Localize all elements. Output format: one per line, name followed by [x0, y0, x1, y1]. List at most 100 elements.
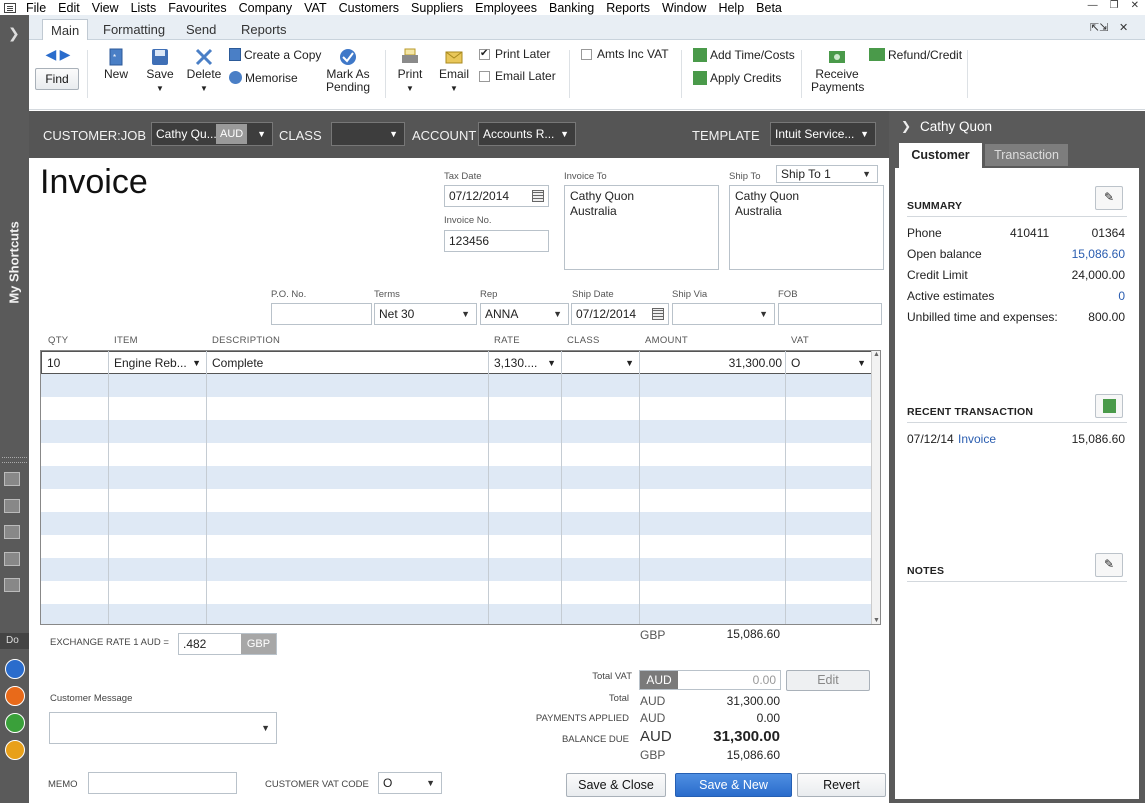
apply-credits-button[interactable]: Apply Credits	[693, 71, 781, 85]
shortcut-icon-1[interactable]	[4, 472, 20, 486]
mobile-icon[interactable]	[5, 659, 25, 679]
table-row[interactable]	[41, 535, 873, 558]
table-row[interactable]: 10 Engine Reb... ▼ Complete 3,130.... ▼ ▼ …	[41, 351, 873, 374]
new-button[interactable]: * New	[101, 48, 131, 81]
table-row[interactable]	[41, 604, 873, 624]
menu-reports[interactable]: Reports	[602, 1, 658, 15]
tab-customer[interactable]: Customer	[899, 143, 982, 168]
find-button[interactable]: Find	[35, 68, 79, 90]
col-vat[interactable]: VAT	[791, 335, 809, 346]
revert-button[interactable]: Revert	[797, 773, 886, 797]
save-close-button[interactable]: Save & Close	[566, 773, 666, 797]
class-dropdown[interactable]: ▼	[331, 122, 405, 146]
minimize-icon[interactable]: —	[1088, 0, 1098, 11]
terms-dropdown[interactable]: Net 30 ▼	[374, 303, 477, 325]
fob-field[interactable]	[778, 303, 882, 325]
print-service-icon[interactable]	[5, 686, 25, 706]
tab-send[interactable]: Send	[178, 19, 224, 40]
print-later-checkbox[interactable]: Print Later	[479, 47, 550, 61]
edit-notes-button[interactable]: ✎	[1095, 553, 1123, 577]
previous-arrow-icon[interactable]: ◀	[46, 46, 57, 62]
email-button[interactable]: Email ▼	[437, 48, 471, 95]
invoice-no-field[interactable]: 123456	[444, 230, 549, 252]
class-cell[interactable]: ▼	[563, 352, 640, 374]
po-no-field[interactable]	[271, 303, 372, 325]
receive-payments-button[interactable]: Receive Payments	[811, 48, 864, 94]
menu-help[interactable]: Help	[714, 1, 752, 15]
collapse-pane-icon[interactable]: ❯	[901, 119, 911, 133]
mark-as-pending-button[interactable]: Mark As Pending	[323, 48, 373, 94]
exchange-rate-field[interactable]: .482 GBP	[178, 633, 277, 655]
shortcuts-title[interactable]: My Shortcuts	[7, 215, 22, 311]
table-row[interactable]	[41, 374, 873, 397]
ship-to-dropdown[interactable]: Ship To 1 ▼	[776, 165, 878, 183]
save-new-button[interactable]: Save & New	[675, 773, 792, 797]
col-description[interactable]: DESCRIPTION	[212, 335, 280, 346]
refund-credit-button[interactable]: Refund/Credit	[869, 48, 962, 62]
table-row[interactable]	[41, 420, 873, 443]
edit-vat-button[interactable]: Edit	[786, 670, 870, 691]
item-cell[interactable]: Engine Reb... ▼	[110, 352, 207, 374]
email-later-checkbox[interactable]: Email Later	[479, 70, 556, 83]
menu-customers[interactable]: Customers	[335, 1, 407, 15]
shortcut-icon-4[interactable]	[4, 552, 20, 566]
tab-main[interactable]: Main	[42, 19, 89, 40]
shortcut-icon-5[interactable]	[4, 578, 20, 592]
customer-message-dropdown[interactable]: ▼	[49, 712, 277, 744]
print-dropdown-icon[interactable]: ▼	[406, 84, 414, 93]
rate-cell[interactable]: 3,130.... ▼	[490, 352, 562, 374]
ship-date-field[interactable]: 07/12/2014	[571, 303, 669, 325]
menu-company[interactable]: Company	[235, 1, 301, 15]
grid-scrollbar[interactable]: ▲ ▼	[871, 351, 880, 624]
report-button[interactable]	[1095, 394, 1123, 418]
recent-invoice-link[interactable]: Invoice	[958, 432, 996, 446]
amts-inc-vat-checkbox[interactable]: Amts Inc VAT	[581, 48, 669, 61]
shortcut-icon-3[interactable]	[4, 525, 20, 539]
scroll-down-icon[interactable]: ▼	[873, 617, 880, 624]
table-row[interactable]	[41, 397, 873, 420]
email-dropdown-icon[interactable]: ▼	[450, 84, 458, 93]
menu-employees[interactable]: Employees	[471, 1, 545, 15]
rep-dropdown[interactable]: ANNA ▼	[480, 303, 569, 325]
tab-reports[interactable]: Reports	[233, 19, 295, 40]
menu-vat[interactable]: VAT	[300, 1, 334, 15]
save-button[interactable]: Save ▼	[143, 48, 177, 95]
customer-vat-code-dropdown[interactable]: O ▼	[378, 772, 442, 794]
amount-cell[interactable]: 31,300.00	[641, 352, 786, 374]
vat-cell[interactable]: O ▼	[787, 352, 872, 374]
save-dropdown-icon[interactable]: ▼	[156, 84, 164, 93]
qty-cell[interactable]: 10	[43, 352, 109, 374]
delete-button[interactable]: Delete ▼	[185, 48, 223, 95]
customer-job-dropdown[interactable]: Cathy Qu... AUD ▼	[151, 122, 273, 146]
calendar-icon[interactable]	[652, 308, 664, 320]
table-row[interactable]	[41, 512, 873, 535]
memo-field[interactable]	[88, 772, 237, 794]
table-row[interactable]	[41, 558, 873, 581]
col-rate[interactable]: RATE	[494, 335, 520, 346]
account-dropdown[interactable]: Accounts R... ▼	[478, 122, 576, 146]
tab-formatting[interactable]: Formatting	[95, 19, 173, 40]
template-dropdown[interactable]: Intuit Service... ▼	[770, 122, 876, 146]
memorise-button[interactable]: Memorise	[229, 71, 298, 85]
menu-view[interactable]: View	[88, 1, 127, 15]
create-copy-button[interactable]: Create a Copy	[229, 48, 321, 62]
table-row[interactable]	[41, 443, 873, 466]
close-icon[interactable]: ✕	[1131, 0, 1139, 11]
edit-summary-button[interactable]: ✎	[1095, 186, 1123, 210]
restore-icon[interactable]: ❐	[1110, 0, 1119, 11]
menu-beta[interactable]: Beta	[752, 1, 790, 15]
col-qty[interactable]: QTY	[48, 335, 68, 346]
menu-banking[interactable]: Banking	[545, 1, 602, 15]
col-amount[interactable]: AMOUNT	[645, 335, 688, 346]
add-service-icon[interactable]	[5, 713, 25, 733]
menu-suppliers[interactable]: Suppliers	[407, 1, 471, 15]
menu-favourites[interactable]: Favourites	[164, 1, 234, 15]
menu-lists[interactable]: Lists	[127, 1, 165, 15]
tax-date-field[interactable]: 07/12/2014	[444, 185, 549, 207]
expand-icon[interactable]: ⇱⇲	[1090, 21, 1108, 34]
menu-window[interactable]: Window	[658, 1, 714, 15]
menu-edit[interactable]: Edit	[54, 1, 88, 15]
ship-to-address[interactable]: Cathy Quon Australia	[729, 185, 884, 270]
resize-grip[interactable]	[2, 457, 27, 463]
app-menu-icon[interactable]	[4, 2, 16, 13]
